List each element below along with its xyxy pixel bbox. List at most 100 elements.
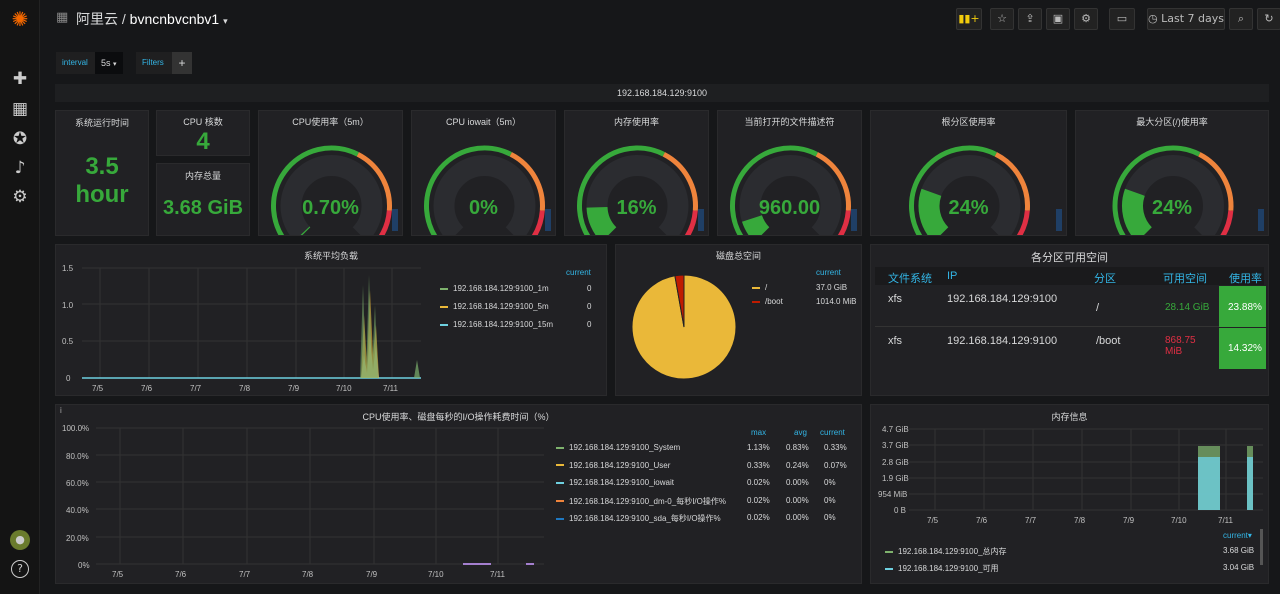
legend-item[interactable]: 192.168.184.129:9100_总内存 xyxy=(885,546,1007,557)
legend-item[interactable]: 192.168.184.129:9100_1m xyxy=(440,284,549,293)
memory-total-value: 3.68 GiB xyxy=(162,197,244,219)
cell-free: 28.14 GiB xyxy=(1165,302,1210,313)
legend-value: 37.0 GiB xyxy=(816,283,848,292)
interval-variable-select[interactable]: 5s ▾ xyxy=(95,52,123,74)
legend-item[interactable]: 192.168.184.129:9100_5m xyxy=(440,302,549,311)
mem-x-axis: 7/5 7/6 7/7 7/8 7/9 7/10 7/11 xyxy=(927,516,1234,525)
legend-header-max[interactable]: max xyxy=(751,428,766,437)
add-filter-button[interactable]: + xyxy=(172,52,192,74)
legend-item[interactable]: /boot xyxy=(752,297,783,306)
legend-header-current[interactable]: current xyxy=(820,428,845,437)
memory-chart[interactable]: 4.7 GiB 3.7 GiB 2.8 GiB 1.9 GiB 954 MiB … xyxy=(871,405,1269,525)
user-avatar-icon[interactable]: ● xyxy=(10,530,30,550)
column-header-ip[interactable]: IP xyxy=(947,270,957,282)
tv-mode-button[interactable]: ▭ xyxy=(1109,8,1135,30)
legend-avg: 0.00% xyxy=(786,478,809,487)
legend-avg: 0.00% xyxy=(786,495,809,505)
legend-swatch xyxy=(440,323,448,326)
column-header-fs[interactable]: 文件系统 xyxy=(888,270,932,286)
panel-title: 磁盘总空间 xyxy=(715,251,761,261)
dashboards-grid-icon[interactable]: ▦ xyxy=(9,98,31,120)
panel-title: 系统运行时间 xyxy=(74,118,129,128)
breadcrumb[interactable]: 阿里云 / bvncnbvcnbv1 ▾ xyxy=(76,9,228,29)
load-average-panel: 系统平均负载 1.5 1.0 0.5 0 7/5 7/6 7/7 7/8 7/9… xyxy=(55,244,607,396)
legend-item[interactable]: 192.168.184.129:9100_sda_每秒I/O操作% xyxy=(556,513,721,524)
x-tick: 7/5 xyxy=(112,570,124,579)
explore-compass-icon[interactable]: ✪ xyxy=(9,128,31,150)
uptime-value: 3.5 xyxy=(85,153,119,180)
gauge-panel: 当前打开的文件描述符 960.00 xyxy=(717,110,862,236)
time-range-picker[interactable]: ◷ Last 7 days xyxy=(1147,8,1225,30)
series-1m xyxy=(360,275,378,378)
refresh-button[interactable]: ↻ xyxy=(1257,8,1280,30)
interval-variable-label: interval xyxy=(56,52,95,74)
dashboard-name[interactable]: bvncnbvcnbv1 xyxy=(130,11,220,27)
org-name[interactable]: 阿里云 xyxy=(76,11,118,27)
legend-value: 0 xyxy=(587,284,592,293)
legend-item[interactable]: / xyxy=(752,283,767,292)
column-header-partition[interactable]: 分区 xyxy=(1094,270,1116,286)
memory-total-panel: 内存总量 3.68 GiB xyxy=(156,163,250,236)
legend-item[interactable]: 192.168.184.129:9100_User xyxy=(556,461,670,470)
cell-fs: xfs xyxy=(888,293,903,305)
create-plus-icon[interactable]: ✚ xyxy=(9,68,31,90)
series-spike-right xyxy=(414,360,420,378)
legend-name: 192.168.184.129:9100_iowait xyxy=(569,478,674,487)
y-tick: 100.0% xyxy=(62,424,89,433)
legend-item[interactable]: 192.168.184.129:9100_System xyxy=(556,443,680,452)
y-tick: 0% xyxy=(78,561,90,570)
legend-header-avg[interactable]: avg xyxy=(794,428,807,437)
gauge-fill xyxy=(741,214,770,235)
y-tick: 60.0% xyxy=(66,479,89,488)
alerting-bell-icon[interactable]: ♪ xyxy=(9,157,31,179)
column-header-free[interactable]: 可用空间 xyxy=(1163,270,1207,286)
add-panel-button[interactable]: ▮▮+ xyxy=(956,8,982,30)
x-tick: 7/7 xyxy=(239,570,251,579)
column-header-usage[interactable]: 使用率 xyxy=(1229,270,1262,286)
legend-current-header[interactable]: current▾ xyxy=(1223,531,1252,540)
legend-swatch xyxy=(556,517,564,520)
legend-swatch xyxy=(440,305,448,308)
series-mark xyxy=(526,563,534,565)
legend-avg: 0.24% xyxy=(786,460,809,470)
configuration-gear-icon[interactable]: ⚙ xyxy=(9,186,31,208)
y-tick: 40.0% xyxy=(66,506,89,515)
save-button[interactable]: ▣ xyxy=(1046,8,1070,30)
star-button[interactable]: ☆ xyxy=(990,8,1014,30)
legend-swatch xyxy=(885,567,893,570)
y-tick: 0.5 xyxy=(62,337,74,346)
disk-pie-chart[interactable] xyxy=(624,267,744,387)
grafana-logo-icon[interactable]: ✺ xyxy=(9,8,31,30)
cell-partition: /boot xyxy=(1096,335,1121,347)
legend-max: 0.02% xyxy=(747,478,770,487)
legend-current: 0% xyxy=(824,513,836,522)
uptime-panel: 系统运行时间 3.5 hour xyxy=(55,110,149,236)
legend-item[interactable]: 192.168.184.129:9100_iowait xyxy=(556,478,674,487)
legend-max: 0.02% xyxy=(747,495,770,505)
legend-item[interactable]: 192.168.184.129:9100_dm-0_每秒I/O操作% xyxy=(556,496,726,507)
legend-name: /boot xyxy=(765,297,783,306)
legend-item[interactable]: 192.168.184.129:9100_15m xyxy=(440,320,553,329)
y-tick: 20.0% xyxy=(66,534,89,543)
chevron-down-icon[interactable]: ▾ xyxy=(223,16,228,26)
x-tick: 7/9 xyxy=(366,570,378,579)
legend-swatch xyxy=(440,287,448,290)
legend-swatch xyxy=(556,481,564,484)
series-available-area xyxy=(1247,457,1253,510)
table-header: 文件系统 IP 分区 可用空间 使用率 xyxy=(875,267,1264,285)
legend-scrollbar[interactable] xyxy=(1260,529,1263,565)
cpu-io-y-axis: 100.0% 80.0% 60.0% 40.0% 20.0% 0% xyxy=(62,424,90,570)
share-button[interactable]: ⇪ xyxy=(1018,8,1042,30)
x-tick: 7/10 xyxy=(1171,516,1187,525)
x-tick: 7/6 xyxy=(141,384,153,393)
cpu-io-chart[interactable]: 100.0% 80.0% 60.0% 40.0% 20.0% 0% 7/5 7/… xyxy=(56,405,546,584)
zoom-out-button[interactable]: ⌕ xyxy=(1229,8,1253,30)
settings-gear-button[interactable]: ⚙ xyxy=(1074,8,1098,30)
y-tick: 1.5 xyxy=(62,264,74,273)
row-title[interactable]: 192.168.184.129:9100 xyxy=(55,84,1269,102)
legend-item[interactable]: 192.168.184.129:9100_可用 xyxy=(885,563,999,574)
cell-usage: 23.88% xyxy=(1228,302,1262,313)
help-icon[interactable]: ? xyxy=(11,560,29,578)
x-tick: 7/8 xyxy=(1074,516,1086,525)
sparkline-bar xyxy=(392,209,398,231)
